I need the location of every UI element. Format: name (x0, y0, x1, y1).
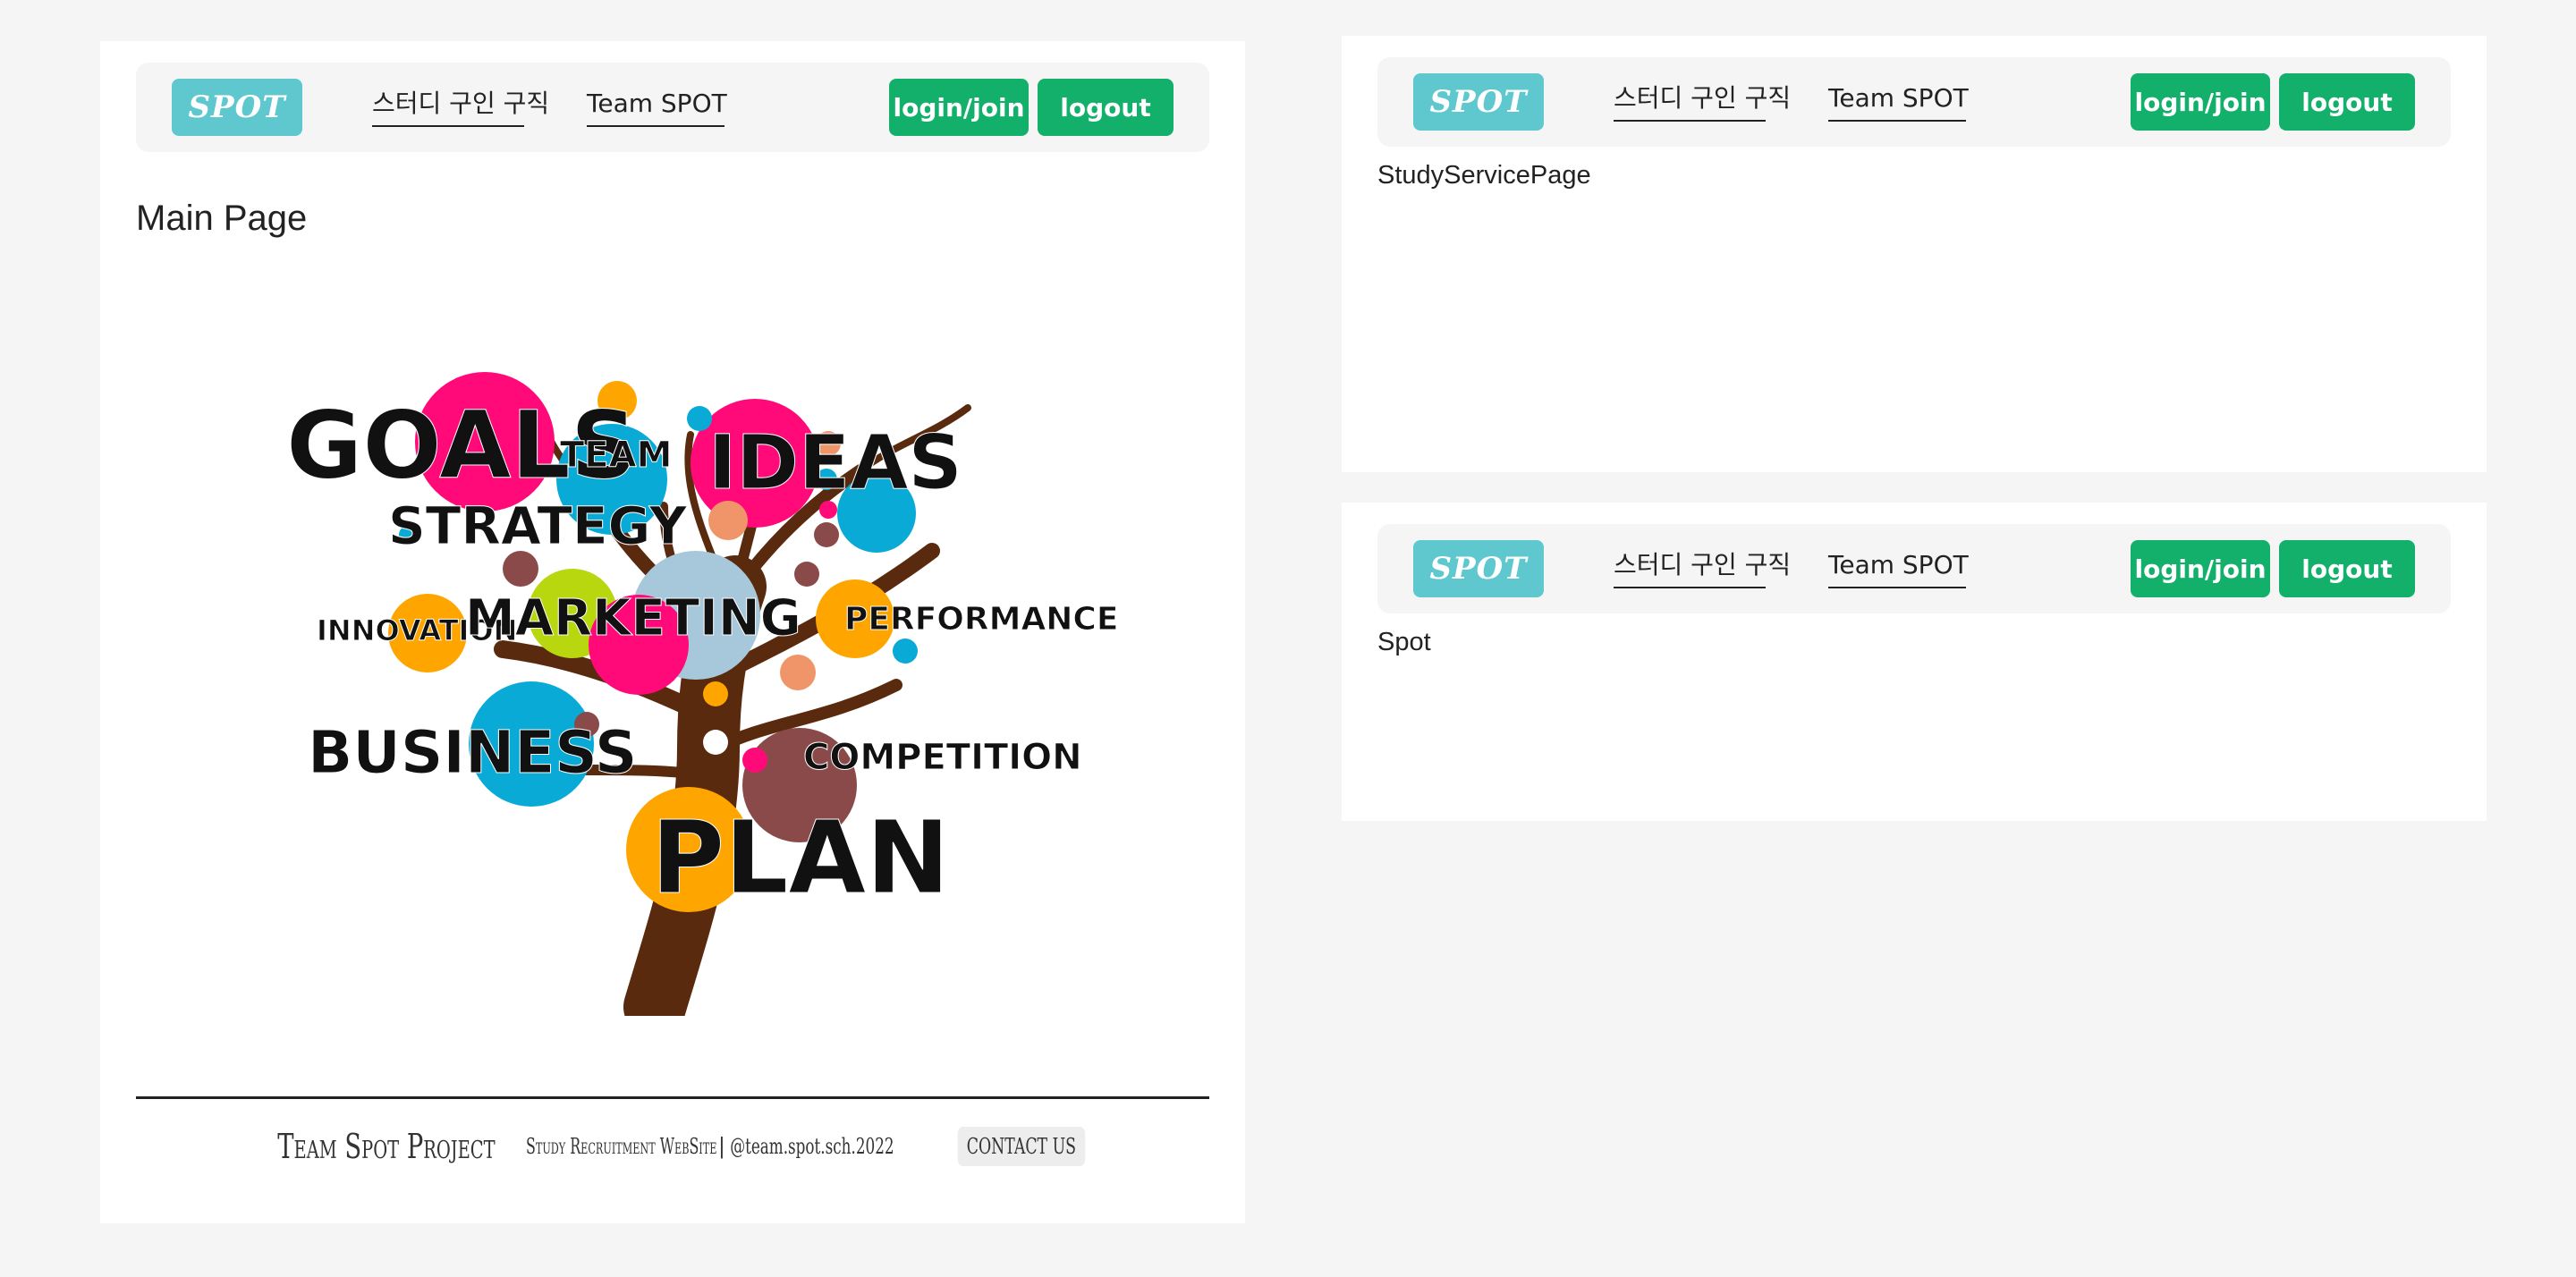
logout-button[interactable]: logout (1038, 79, 1174, 136)
footer-brand: Team Spot Project (277, 1127, 496, 1166)
nav-link-team-spot[interactable]: Team SPOT (587, 86, 727, 127)
footer: Team Spot Project Study Recruitment WebS… (100, 1120, 1245, 1173)
nav-link-study-recruit[interactable]: 스터디 구인 구직 (372, 86, 549, 127)
word-business: BUSINESS (308, 718, 637, 787)
business-tree-svg: GOALS TEAM IDEAS STRATEGY INNOVATION MAR… (286, 372, 1119, 1016)
word-team: TEAM (560, 435, 672, 476)
word-strategy: STRATEGY (388, 495, 688, 556)
brand-logo-button[interactable]: SPOT (1413, 73, 1544, 131)
footer-divider (136, 1096, 1209, 1099)
word-plan: PLAN (651, 800, 950, 917)
word-performance: PERFORMANCE (844, 601, 1118, 638)
brand-logo-button[interactable]: SPOT (1413, 540, 1544, 597)
footer-separator: | (717, 1134, 725, 1159)
navbar: SPOT 스터디 구인 구직 Team SPOT login/join logo… (1377, 57, 2451, 147)
main-page-panel: SPOT 스터디 구인 구직 Team SPOT login/join logo… (100, 41, 1245, 1223)
login-join-button[interactable]: login/join (889, 79, 1029, 136)
nav-link-study-recruit[interactable]: 스터디 구인 구직 (1614, 547, 1791, 588)
login-join-button[interactable]: login/join (2131, 73, 2270, 131)
nav-link-team-spot[interactable]: Team SPOT (1828, 80, 1969, 122)
navbar: SPOT 스터디 구인 구직 Team SPOT login/join logo… (136, 63, 1209, 152)
footer-handle: @team.spot.sch.2022 (730, 1134, 894, 1159)
business-tree-illustration: GOALS TEAM IDEAS STRATEGY INNOVATION MAR… (181, 300, 1245, 1016)
page-label: StudyServicePage (1377, 161, 1591, 190)
logout-button[interactable]: logout (2279, 73, 2415, 131)
page-title: Main Page (136, 199, 308, 238)
login-join-button[interactable]: login/join (2131, 540, 2270, 597)
spot-panel: SPOT 스터디 구인 구직 Team SPOT login/join logo… (1342, 503, 2487, 821)
word-marketing: MARKETING (465, 589, 801, 647)
contact-us-button[interactable]: CONTACT US (957, 1127, 1085, 1166)
footer-subtitle: Study Recruitment WebSite (526, 1134, 717, 1159)
brand-logo-button[interactable]: SPOT (172, 79, 302, 136)
word-competition: COMPETITION (803, 737, 1082, 778)
logout-button[interactable]: logout (2279, 540, 2415, 597)
page-label: Spot (1377, 628, 1431, 656)
navbar: SPOT 스터디 구인 구직 Team SPOT login/join logo… (1377, 524, 2451, 613)
nav-link-team-spot[interactable]: Team SPOT (1828, 547, 1969, 588)
study-service-panel: SPOT 스터디 구인 구직 Team SPOT login/join logo… (1342, 36, 2487, 472)
nav-link-study-recruit[interactable]: 스터디 구인 구직 (1614, 80, 1791, 122)
word-ideas: IDEAS (708, 419, 962, 506)
